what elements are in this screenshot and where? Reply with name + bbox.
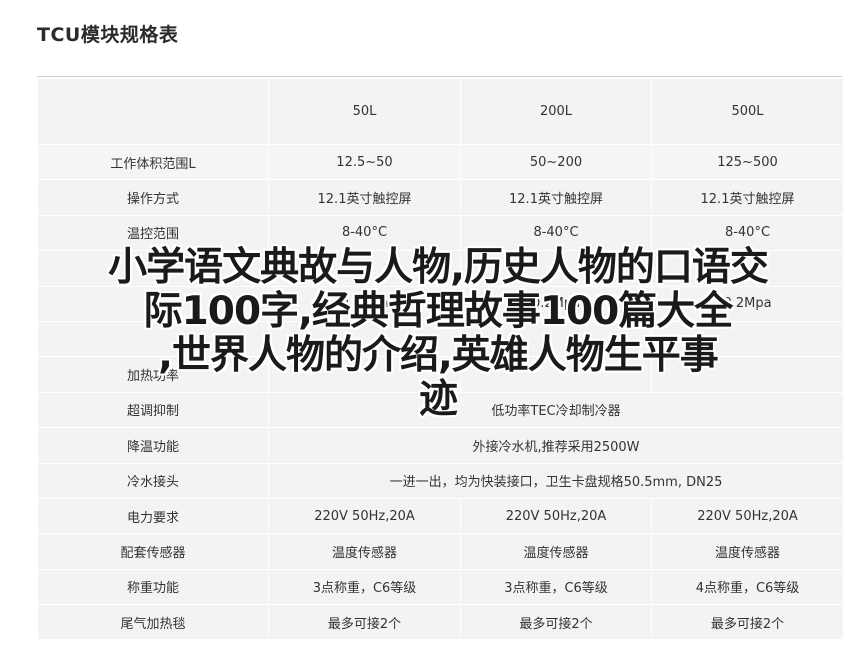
table-cell: 4点称重，C6等级 xyxy=(651,568,844,606)
table-cell: 220V 50Hz,20A xyxy=(460,497,652,535)
row-label: 尾气加热毯 xyxy=(37,604,269,641)
header-cell-50l: 50L xyxy=(268,78,461,145)
table-cell: 125~500 xyxy=(651,143,844,181)
table-cell: 温度传感器 xyxy=(268,533,461,570)
table-cell: 最多可接2个 xyxy=(268,604,461,641)
overlay-headline: 小学语文典故与人物,历史人物的口语交 际100字,经典哲理故事100篇大全 ,世… xyxy=(28,246,848,422)
table-cell-merged: 外接冷水机,推荐采用2500W xyxy=(268,427,844,464)
table-row: 工作体积范围L 12.5~50 50~200 125~500 xyxy=(37,143,844,181)
table-cell: 12.5~50 xyxy=(268,143,461,181)
table-cell: 温度传感器 xyxy=(651,533,844,570)
table-row: 尾气加热毯 最多可接2个 最多可接2个 最多可接2个 xyxy=(37,604,844,641)
table-cell: 最多可接2个 xyxy=(460,604,652,641)
table-row: 操作方式 12.1英寸触控屏 12.1英寸触控屏 12.1英寸触控屏 xyxy=(37,179,844,216)
table-row: 称重功能 3点称重，C6等级 3点称重，C6等级 4点称重，C6等级 xyxy=(37,568,844,606)
table-cell: 220V 50Hz,20A xyxy=(268,497,461,535)
row-label: 冷水接头 xyxy=(37,462,269,499)
row-label: 降温功能 xyxy=(37,427,269,464)
table-cell: 12.1英寸触控屏 xyxy=(268,179,461,216)
table-cell: 12.1英寸触控屏 xyxy=(651,179,844,216)
table-row: 配套传感器 温度传感器 温度传感器 温度传感器 xyxy=(37,533,844,570)
header-cell-empty xyxy=(37,78,269,145)
table-cell: 50~200 xyxy=(460,143,652,181)
table-header-row: 50L 200L 500L xyxy=(37,78,844,145)
overlay-line: 际100字,经典哲理故事100篇大全 xyxy=(143,289,734,334)
table-row: 电力要求 220V 50Hz,20A 220V 50Hz,20A 220V 50… xyxy=(37,497,844,535)
overlay-line: 迹 xyxy=(418,377,458,422)
row-label: 操作方式 xyxy=(37,179,269,216)
header-cell-500l: 500L xyxy=(651,78,844,145)
page-title: TCU模块规格表 xyxy=(37,24,179,46)
header-cell-200l: 200L xyxy=(460,78,652,145)
row-label: 工作体积范围L xyxy=(37,143,269,181)
table-cell-merged: 一进一出，均为快装接口，卫生卡盘规格50.5mm, DN25 xyxy=(268,462,844,499)
table-row: 降温功能 外接冷水机,推荐采用2500W xyxy=(37,427,844,464)
table-cell: 220V 50Hz,20A xyxy=(651,497,844,535)
table-cell: 温度传感器 xyxy=(460,533,652,570)
table-cell: 3点称重，C6等级 xyxy=(460,568,652,606)
overlay-line: 小学语文典故与人物,历史人物的口语交 xyxy=(108,245,769,290)
table-cell: 12.1英寸触控屏 xyxy=(460,179,652,216)
row-label: 称重功能 xyxy=(37,568,269,606)
table-cell: 最多可接2个 xyxy=(651,604,844,641)
table-cell: 3点称重，C6等级 xyxy=(268,568,461,606)
overlay-line: ,世界人物的介绍,英雄人物生平事 xyxy=(158,333,719,378)
title-divider xyxy=(37,76,842,77)
row-label: 配套传感器 xyxy=(37,533,269,570)
table-row: 冷水接头 一进一出，均为快装接口，卫生卡盘规格50.5mm, DN25 xyxy=(37,462,844,499)
row-label: 电力要求 xyxy=(37,497,269,535)
